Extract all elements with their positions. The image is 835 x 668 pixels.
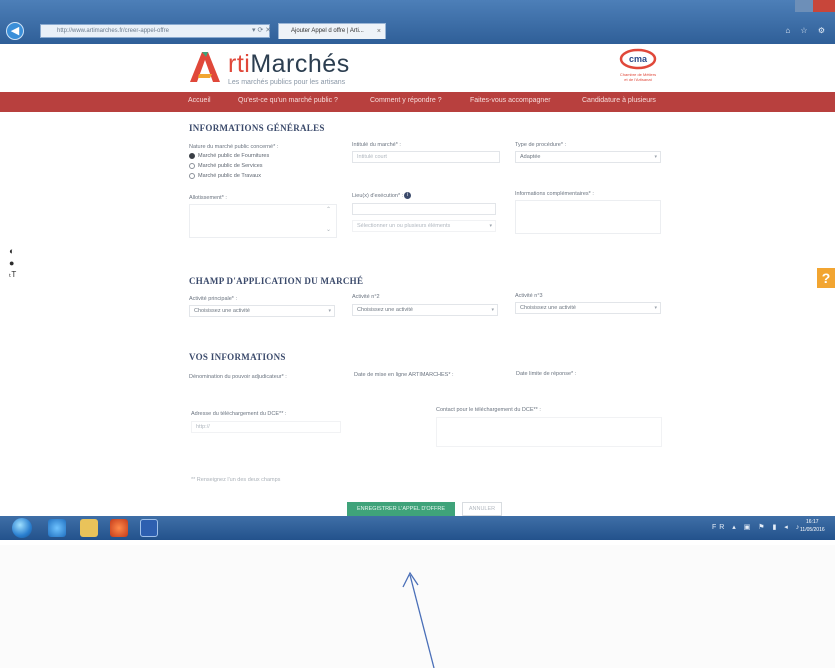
radio-fournitures[interactable]: [189, 153, 195, 159]
adresse-dce-label: Adresse du téléchargement du DCE** :: [191, 411, 287, 417]
address-bar[interactable]: http://www.artimarches.fr/creer-appel-of…: [40, 24, 270, 38]
activite2-label: Activité n°2: [352, 294, 380, 300]
home-icon[interactable]: ⌂ ☆ ⚙: [785, 26, 829, 35]
lieux-select[interactable]: Sélectionner un ou plusieurs éléments: [352, 220, 496, 232]
scroll-up-icon[interactable]: ⌃: [326, 206, 331, 213]
refresh-icon[interactable]: ▾ ⟳ ✕: [252, 24, 271, 38]
word-icon[interactable]: [140, 519, 158, 537]
tab-title: Ajouter Appel d offre | Arti...: [291, 28, 364, 34]
required-note: ** Renseignez l'un des deux champs: [191, 477, 281, 483]
contact-dce-label: Contact pour le téléchargement du DCE** …: [436, 407, 541, 413]
minimize-button[interactable]: [795, 0, 813, 12]
browser-chrome: ◀ http://www.artimarches.fr/creer-appel-…: [0, 0, 835, 44]
clock-time[interactable]: 16:17: [806, 519, 819, 525]
start-icon[interactable]: [12, 518, 32, 538]
contrast-icon[interactable]: ◐: [9, 246, 14, 256]
date-limite-label: Date limite de réponse* :: [516, 371, 577, 377]
allotissement-textarea[interactable]: [189, 204, 337, 238]
cma-logo-icon: cma: [619, 48, 657, 70]
radio-services[interactable]: [189, 163, 195, 169]
nature-label: Nature du marché public concerné* :: [189, 144, 279, 150]
svg-text:cma: cma: [629, 54, 648, 64]
tray-icons[interactable]: FR ▴ ▣ ⚑ ▮ ◂ ♪: [712, 523, 802, 531]
activite2-select[interactable]: Choisissez une activité: [352, 304, 498, 316]
info-icon[interactable]: i: [404, 192, 411, 199]
media-icon[interactable]: [110, 519, 128, 537]
site-logo-text[interactable]: rtiMarchés: [228, 50, 350, 79]
section-title-general: INFORMATIONS GÉNÉRALES: [189, 123, 325, 133]
infos-label: Informations complémentaires* :: [515, 191, 594, 197]
tab-close-icon[interactable]: ×: [377, 24, 381, 39]
activite3-select[interactable]: Choisissez une activité: [515, 302, 661, 314]
lieux-label: Lieu(x) d'exécution* :: [352, 193, 404, 199]
radio-label-fournitures: Marché public de Fournitures: [198, 153, 270, 159]
date-mise-label: Date de mise en ligne ARTIMARCHES* :: [354, 372, 454, 378]
logo-text-part1: rti: [228, 50, 251, 78]
activite3-label: Activité n°3: [515, 293, 543, 299]
close-window-button[interactable]: [813, 0, 835, 12]
clock-date: 11/05/2016: [800, 527, 825, 533]
text-size-icon[interactable]: ₜT: [9, 270, 16, 279]
folder-icon[interactable]: [80, 519, 98, 537]
section-title-champ: CHAMP D'APPLICATION DU MARCHÉ: [189, 276, 364, 286]
infos-textarea[interactable]: [515, 200, 661, 234]
nav-item-accompagner[interactable]: Faites-vous accompagner: [470, 97, 551, 104]
scroll-down-icon[interactable]: ⌄: [326, 226, 331, 233]
radio-label-services: Marché public de Services: [198, 163, 263, 169]
nav-item-candidature[interactable]: Candidature à plusieurs: [582, 97, 656, 104]
nav-item-accueil[interactable]: Accueil: [188, 97, 211, 104]
procedure-label: Type de procédure* :: [515, 142, 567, 148]
section-title-infos: VOS INFORMATIONS: [189, 352, 286, 362]
browser-tab[interactable]: Ajouter Appel d offre | Arti... ×: [278, 23, 386, 39]
nav-item-quest-ce[interactable]: Qu'est-ce qu'un marché public ?: [238, 97, 338, 104]
window-controls: [795, 0, 835, 14]
logo-text-part2: Marchés: [250, 50, 350, 78]
intitule-input[interactable]: Intitulé court: [352, 151, 500, 163]
color-drop-icon[interactable]: ●: [9, 258, 14, 268]
procedure-select[interactable]: Adaptée: [515, 151, 661, 163]
adresse-dce-input[interactable]: http://: [191, 421, 341, 433]
back-arrow-icon[interactable]: ◀: [6, 22, 24, 40]
cancel-button[interactable]: ANNULER: [462, 502, 502, 516]
artimarches-logo-icon[interactable]: [186, 48, 226, 86]
radio-travaux[interactable]: [189, 173, 195, 179]
contact-dce-textarea[interactable]: [436, 417, 662, 447]
help-button[interactable]: ?: [817, 268, 835, 288]
partner-line2: et de l'Artisanat: [624, 77, 652, 82]
lieux-input[interactable]: [352, 203, 496, 215]
denomination-label: Dénomination du pouvoir adjudicateur* :: [189, 374, 287, 380]
screen-photo: ◀ http://www.artimarches.fr/creer-appel-…: [0, 0, 835, 545]
allotissement-label: Allotissement* :: [189, 195, 227, 201]
intitule-label: Intitulé du marché* :: [352, 142, 401, 148]
partner-caption: Chambre de Métiers et de l'Artisanat: [614, 72, 662, 82]
nav-item-comment[interactable]: Comment y répondre ?: [370, 97, 442, 104]
ie-icon[interactable]: [48, 519, 66, 537]
activite1-label: Activité principale* :: [189, 296, 237, 302]
submit-button[interactable]: ENREGISTRER L'APPEL D'OFFRE: [347, 502, 455, 516]
activite1-select[interactable]: Choisissez une activité: [189, 305, 335, 317]
site-header: [0, 44, 835, 90]
site-tagline: Les marchés publics pour les artisans: [228, 79, 346, 86]
hand-drawn-arrow-icon: [402, 571, 435, 668]
radio-label-travaux: Marché public de Travaux: [198, 173, 261, 179]
